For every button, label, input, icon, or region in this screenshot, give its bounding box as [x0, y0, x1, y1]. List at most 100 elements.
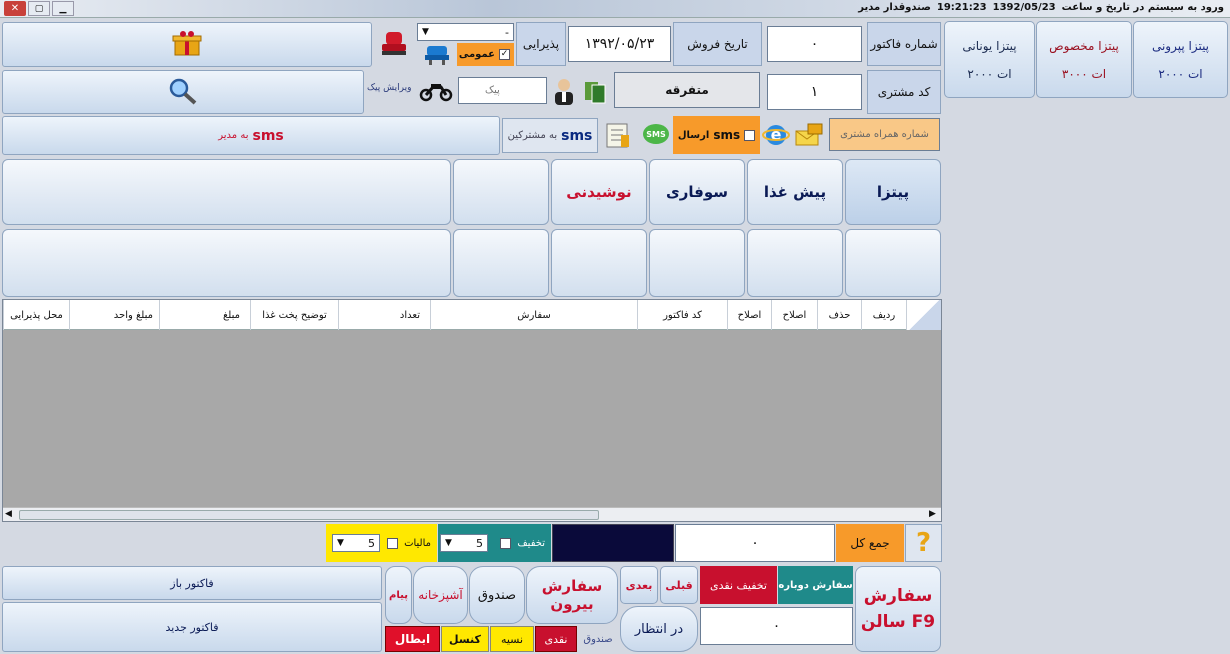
scroll-thumb[interactable]	[19, 510, 599, 520]
grid-header: ردیف حذف اصلاح اصلاح کد فاکتور سفارش تعد…	[3, 300, 941, 330]
waiting-button[interactable]: در انتظار	[620, 606, 698, 652]
col-service-place[interactable]: محل پذیرایی	[3, 300, 69, 330]
scroll-right-icon[interactable]: ▶	[929, 509, 936, 519]
invoice-number-field[interactable]: ۰	[767, 26, 862, 62]
tab-pizza[interactable]: پیتزا	[845, 159, 941, 225]
cash-discount-button[interactable]: تخفیف نقدی	[700, 566, 777, 604]
reorder-button[interactable]: سفارش دوباره	[778, 566, 853, 604]
sms-manager-button[interactable]: به مدیر sms	[2, 116, 500, 155]
customer-code-field[interactable]: ۱	[767, 74, 862, 110]
pizza-button-special[interactable]: پیتزا مخصوص ۳۰۰۰ ات	[1036, 21, 1132, 98]
sale-date-field[interactable]: ۱۳۹۲/۰۵/۲۳	[568, 26, 671, 62]
maximize-icon[interactable]: ▢	[28, 1, 50, 16]
item-slot[interactable]	[649, 229, 745, 297]
new-invoice-button[interactable]: فاکتور جدید	[2, 602, 382, 652]
sms-label: sms	[713, 128, 741, 142]
login-status: ورود به سیستم در تاریخ و ساعت 1392/05/23…	[858, 2, 1224, 13]
next-button[interactable]: بعدی	[620, 566, 658, 604]
prev-button[interactable]: قبلی	[660, 566, 698, 604]
customer-list-icon[interactable]	[580, 76, 610, 106]
orders-grid[interactable]: ردیف حذف اصلاح اصلاح کد فاکتور سفارش تعد…	[2, 299, 942, 522]
col-order[interactable]: سفارش	[430, 300, 637, 330]
send-sms-checkbox[interactable]	[744, 129, 756, 141]
total-display-panel	[552, 524, 674, 562]
help-icon[interactable]: ?	[905, 524, 942, 562]
pizza-button-pepperoni[interactable]: پیتزا پپرونی ۲۰۰۰ ات	[1133, 21, 1228, 98]
col-delete[interactable]: حذف	[817, 300, 861, 330]
tab-empty-2[interactable]	[2, 159, 451, 225]
minimize-icon[interactable]: ▁	[52, 1, 74, 16]
sms-subscribers-button[interactable]: به مشترکین sms	[502, 118, 598, 153]
reception-chair-icon[interactable]	[419, 42, 455, 66]
col-invoice-code[interactable]: کد فاکتور	[637, 300, 727, 330]
kitchen-button[interactable]: آشپزخانه	[413, 566, 468, 624]
red-seat-icon[interactable]	[376, 26, 412, 62]
search-icon	[166, 76, 200, 109]
search-button[interactable]	[2, 70, 364, 114]
general-label: عمومی	[458, 49, 495, 60]
tab-drinks[interactable]: نوشیدنی	[551, 159, 647, 225]
svg-text:e: e	[771, 125, 782, 144]
edit-courier-link[interactable]: ویرایش پیک	[367, 83, 416, 99]
void-button[interactable]: ابطال	[385, 626, 440, 652]
courier-input[interactable]: پیک	[458, 77, 547, 104]
tab-empty-1[interactable]	[453, 159, 549, 225]
email-icon[interactable]	[792, 119, 826, 151]
cashbox-button[interactable]: صندوق	[469, 566, 525, 624]
chevron-down-icon: ▼	[422, 27, 429, 37]
col-cooking-note[interactable]: توضیح پخت غذا	[250, 300, 338, 330]
item-slot[interactable]	[551, 229, 647, 297]
item-slot[interactable]	[453, 229, 549, 297]
general-checkbox[interactable]: ✓	[499, 49, 510, 60]
horizontal-scrollbar[interactable]: ◀ ▶	[3, 507, 941, 521]
credit-button[interactable]: نسیه	[490, 626, 534, 652]
scroll-left-icon[interactable]: ◀	[5, 509, 12, 519]
col-edit[interactable]: اصلاح	[771, 300, 817, 330]
tab-appetizer[interactable]: پیش غذا	[747, 159, 843, 225]
motorcycle-icon[interactable]	[418, 78, 454, 104]
discount-checkbox[interactable]	[500, 537, 512, 549]
chevron-down-icon: ▼	[445, 538, 452, 548]
grid-corner[interactable]	[906, 300, 941, 330]
item-slot[interactable]	[2, 229, 451, 297]
col-amount[interactable]: مبلغ	[159, 300, 250, 330]
outside-order-button[interactable]: سفارش بیرون	[526, 566, 618, 624]
cashbox-label: صندوق	[583, 633, 613, 645]
salon-order-button[interactable]: سفارش سالن F9	[855, 566, 941, 652]
col-edit-2[interactable]: اصلاح	[727, 300, 771, 330]
browser-icon[interactable]: e	[761, 119, 791, 151]
title-bar: ✕ ▢ ▁ ورود به سیستم در تاریخ و ساعت 1392…	[0, 0, 1230, 18]
item-slot[interactable]	[845, 229, 941, 297]
cash-button[interactable]: نقدی	[535, 626, 577, 652]
reception-label: پذیرایی	[516, 22, 566, 66]
col-quantity[interactable]: تعداد	[338, 300, 430, 330]
customer-person-icon[interactable]	[550, 74, 578, 108]
invoice-number-label: شماره فاکتور	[867, 22, 941, 66]
item-slot[interactable]	[747, 229, 843, 297]
cash-discount-field[interactable]: ۰	[700, 607, 853, 645]
cancel-button[interactable]: کنسل	[441, 626, 489, 652]
customer-mobile-field[interactable]: شماره همراه مشتری	[829, 118, 940, 151]
send-sms-area[interactable]: ارسال sms	[673, 116, 760, 154]
total-label: جمع کل	[836, 524, 904, 562]
window-controls: ✕ ▢ ▁	[4, 1, 74, 16]
sms-bubble-icon[interactable]: SMS	[640, 120, 672, 150]
col-row[interactable]: ردیف	[861, 300, 906, 330]
notes-icon[interactable]	[600, 119, 636, 151]
login-text: ورود به سیستم در تاریخ و ساعت	[1061, 2, 1224, 13]
close-icon[interactable]: ✕	[4, 1, 26, 16]
pizza-button-greek[interactable]: پیتزا یونانی ۲۰۰۰ ات	[944, 21, 1035, 98]
tab-safari[interactable]: سوفاری	[649, 159, 745, 225]
login-date: 1392/05/23	[992, 2, 1056, 13]
general-checkbox-area[interactable]: عمومی ✓	[457, 43, 514, 66]
gift-button[interactable]	[2, 22, 372, 67]
message-button[interactable]: پیام	[385, 566, 412, 624]
col-unit-price[interactable]: مبلغ واحد	[69, 300, 159, 330]
send-label: ارسال	[677, 129, 710, 141]
tax-combo[interactable]: ▼ 5	[332, 534, 380, 552]
tax-checkbox[interactable]	[387, 537, 399, 549]
reception-combo[interactable]: ▼ -	[417, 23, 514, 41]
discount-combo[interactable]: ▼ 5	[440, 534, 488, 552]
open-invoice-button[interactable]: فاکتور باز	[2, 566, 382, 600]
customer-name-field: متفرقه	[614, 72, 760, 108]
